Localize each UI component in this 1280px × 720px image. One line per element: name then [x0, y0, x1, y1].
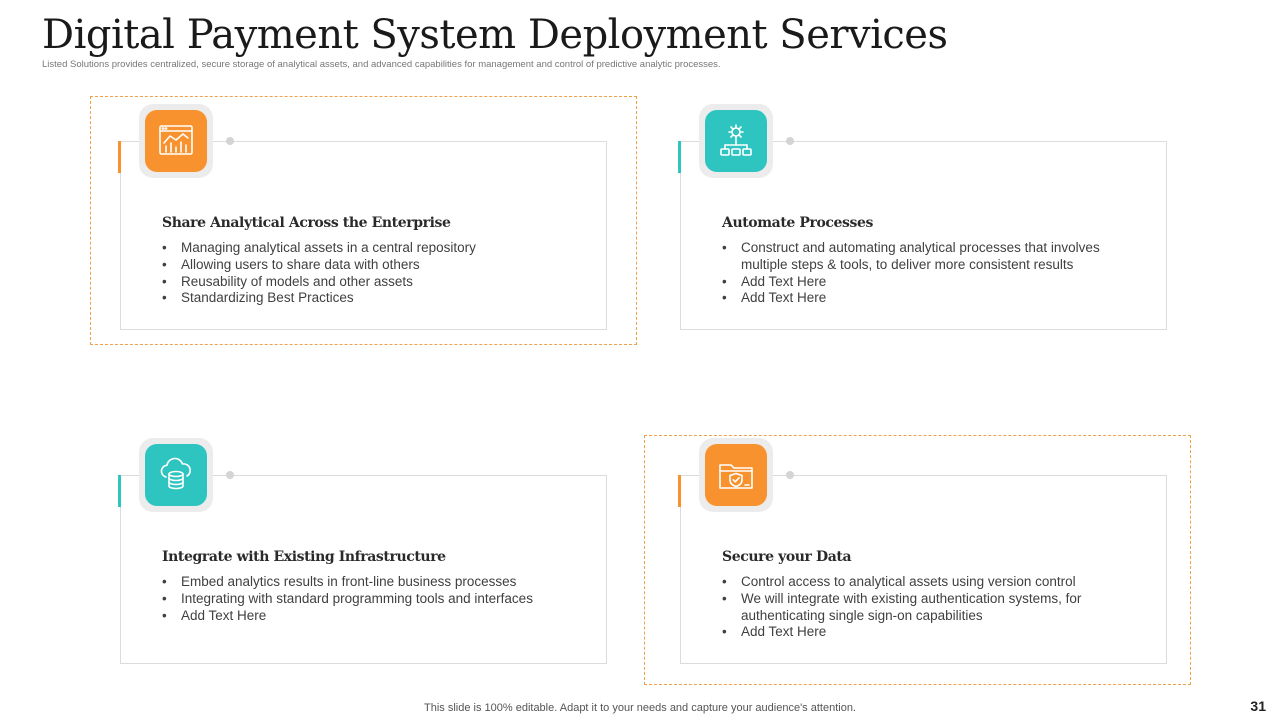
analytics-dashboard-icon	[159, 125, 193, 155]
bullet-list: Construct and automating analytical proc…	[722, 240, 1142, 307]
bullet-item: Add Text Here	[722, 624, 1142, 641]
card-heading: Integrate with Existing Infrastructure	[162, 549, 446, 565]
cloud-database-icon	[160, 457, 191, 490]
bullet-item: Integrating with standard programming to…	[162, 591, 582, 608]
icon-halo	[139, 104, 213, 178]
slide-footer: This slide is 100% editable. Adapt it to…	[424, 702, 856, 714]
connector-dot	[786, 137, 794, 145]
card-accent-bar	[118, 141, 121, 173]
card-accent-bar	[678, 475, 681, 507]
connector-dot	[226, 471, 234, 479]
bullet-item: Standardizing Best Practices	[162, 290, 582, 307]
bullet-item: Add Text Here	[722, 290, 1142, 307]
card-heading: Automate Processes	[722, 215, 874, 231]
card-accent-bar	[678, 141, 681, 173]
bullet-item: Add Text Here	[722, 274, 1142, 291]
icon-halo	[139, 438, 213, 512]
page-number: 31	[1250, 698, 1266, 714]
gear-workflow-icon	[720, 124, 752, 156]
icon-tile	[705, 444, 767, 506]
slide-title: Digital Payment System Deployment Servic…	[42, 12, 948, 58]
card-heading: Secure your Data	[722, 549, 852, 565]
bullet-item: Allowing users to share data with others	[162, 257, 582, 274]
bullet-item: Reusability of models and other assets	[162, 274, 582, 291]
bullet-list: Embed analytics results in front-line bu…	[162, 574, 582, 624]
connector-dot	[786, 471, 794, 479]
secure-folder-icon	[719, 464, 753, 489]
icon-tile	[145, 110, 207, 172]
bullet-item: Control access to analytical assets usin…	[722, 574, 1142, 591]
icon-halo	[699, 104, 773, 178]
card-secure-data: Secure your Data Control access to analy…	[678, 438, 1167, 664]
icon-halo	[699, 438, 773, 512]
icon-tile	[145, 444, 207, 506]
bullet-item: We will integrate with existing authenti…	[722, 591, 1142, 625]
bullet-item: Embed analytics results in front-line bu…	[162, 574, 582, 591]
bullet-list: Control access to analytical assets usin…	[722, 574, 1142, 641]
card-integrate-infrastructure: Integrate with Existing Infrastructure E…	[118, 438, 607, 664]
bullet-item: Construct and automating analytical proc…	[722, 240, 1142, 274]
card-share-analytical: Share Analytical Across the Enterprise M…	[118, 104, 607, 330]
bullet-item: Add Text Here	[162, 608, 582, 625]
bullet-list: Managing analytical assets in a central …	[162, 240, 582, 307]
card-accent-bar	[118, 475, 121, 507]
bullet-item: Managing analytical assets in a central …	[162, 240, 582, 257]
icon-tile	[705, 110, 767, 172]
slide-subtitle: Listed Solutions provides centralized, s…	[42, 59, 721, 70]
card-heading: Share Analytical Across the Enterprise	[162, 215, 451, 231]
card-automate-processes: Automate Processes Construct and automat…	[678, 104, 1167, 330]
connector-dot	[226, 137, 234, 145]
